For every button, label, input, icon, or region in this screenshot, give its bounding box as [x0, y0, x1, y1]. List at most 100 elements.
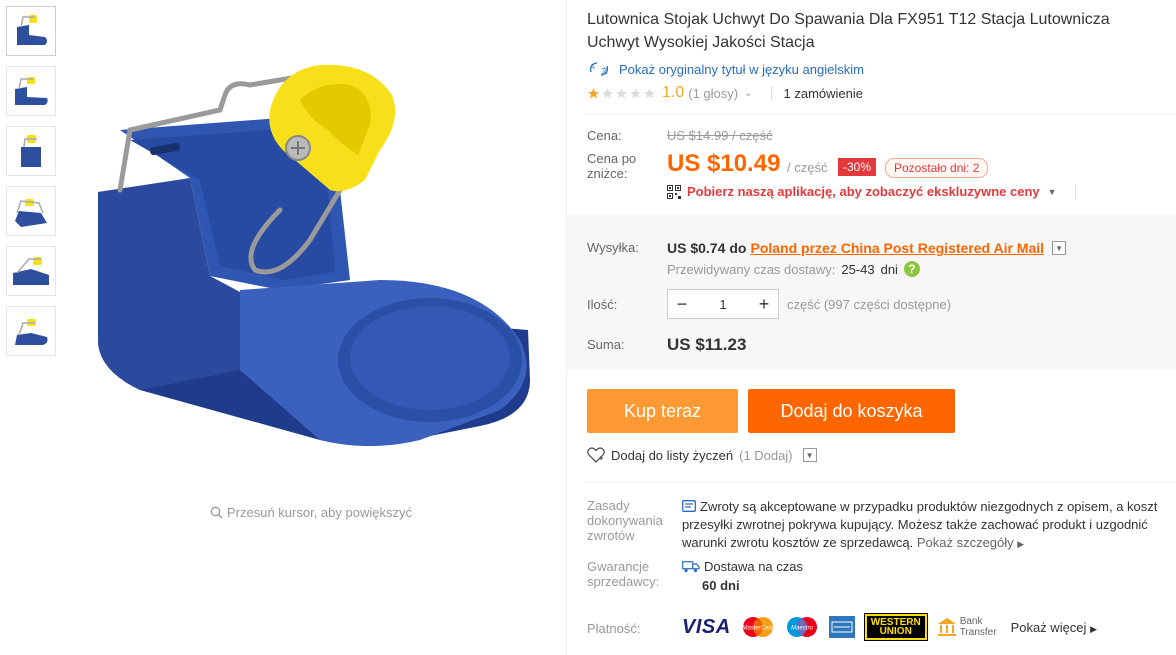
add-to-wishlist-link[interactable]: Dodaj do listy życzeń (1 Dodaj) ▼ [587, 447, 817, 463]
zoom-hint: Przesuń kursor, aby powiększyć [210, 505, 412, 520]
discounted-price-label: Cena po zniżce: [587, 151, 637, 181]
rating-row: 1.0 (1 głosy) ⌄ 1 zamówienie [587, 84, 863, 102]
orders-count: 1 zamówienie [783, 85, 864, 101]
caret-right-icon: ▶ [1017, 539, 1025, 549]
chevron-down-icon[interactable]: ▼ [1052, 241, 1067, 255]
star-icon [588, 87, 599, 98]
buy-now-button[interactable]: Kup teraz [587, 389, 738, 433]
eta-unit: dni [880, 261, 898, 277]
thumbnail-image [21, 135, 41, 167]
thumbnail[interactable] [6, 306, 56, 356]
quantity-input[interactable]: 1 [696, 297, 750, 312]
returns-policy: Zwroty są akceptowane w przypadku produk… [682, 498, 1172, 553]
bank-transfer-bottom: Transfer [959, 627, 997, 638]
original-price: US $14.99 / część [667, 128, 773, 143]
thumbnail-image [15, 77, 48, 105]
shipping-cost: US $0.74 [667, 240, 726, 256]
app-promo-text: Pobierz naszą aplikację, aby zobaczyć ek… [687, 184, 1040, 199]
returns-policy-label: Zasady dokonywania zwrotów [587, 498, 663, 543]
thumbnail[interactable] [6, 6, 56, 56]
price-label: Cena: [587, 128, 622, 143]
total-label: Suma: [587, 337, 625, 352]
svg-text:Maestro: Maestro [791, 626, 813, 632]
main-product-image[interactable] [80, 40, 560, 480]
show-details-link[interactable]: Pokaż szczegóły ▶ [917, 535, 1024, 550]
divider [770, 86, 772, 100]
thumbnail[interactable] [6, 186, 56, 236]
chevron-down-icon[interactable]: ⌄ [744, 88, 752, 99]
eta-value: 25-43 [841, 261, 875, 277]
rating-stars [587, 87, 656, 100]
translate-icon: A文 [589, 62, 609, 76]
qr-code-icon [667, 184, 681, 199]
western-union-bottom: UNION [879, 626, 912, 637]
divider [1074, 184, 1076, 199]
thumbnail-image [13, 257, 49, 285]
available-quantity: część (997 części dostępne) [787, 297, 952, 312]
product-title: Lutownica Stojak Uchwyt Do Spawania Dla … [587, 11, 1110, 51]
star-icon [616, 87, 627, 98]
zoom-hint-text: Przesuń kursor, aby powiększyć [227, 505, 412, 520]
app-promo-link[interactable]: Pobierz naszą aplikację, aby zobaczyć ek… [667, 184, 1076, 199]
thumbnail[interactable] [6, 126, 56, 176]
thumbnail[interactable] [6, 66, 56, 116]
thumbnail-image [17, 15, 47, 45]
add-to-cart-button[interactable]: Dodaj do koszyka [748, 389, 955, 433]
show-more-text: Pokaż więcej [1010, 619, 1087, 635]
svg-text:MasterCard: MasterCard [742, 626, 774, 632]
guarantee-on-time: Dostawa na czas [682, 559, 803, 574]
rating-value: 1.0 [662, 84, 685, 101]
thumbnail[interactable] [6, 246, 56, 296]
magnifier-icon [210, 506, 223, 519]
thumbnail-image [15, 319, 48, 345]
svg-text:A: A [590, 64, 595, 71]
star-icon [644, 87, 655, 98]
guarantee-text: Dostawa na czas [704, 559, 803, 574]
quantity-label: Ilość: [587, 297, 618, 312]
star-icon [630, 87, 641, 98]
votes-count[interactable]: (1 głosy) [688, 86, 738, 101]
shipping-line: US $0.74 do Poland przez China Post Regi… [667, 240, 1067, 256]
soldering-stand-image [98, 64, 530, 446]
thumbnail-list [6, 6, 56, 366]
quantity-stepper: − 1 + [667, 289, 779, 319]
bank-transfer-top: Bank [959, 616, 983, 627]
wishlist-count: (1 Dodaj) [739, 447, 793, 463]
price-unit: / część [787, 160, 828, 175]
divider [587, 482, 1176, 483]
eta-label: Przewidywany czas dostawy: [667, 261, 836, 277]
shipping-label: Wysyłka: [587, 240, 639, 255]
seller-guarantee-label: Gwarancje sprzedawcy: [587, 559, 660, 589]
discount-badge: -30% [838, 158, 877, 176]
maestro-logo: Maestro [786, 617, 817, 637]
payment-methods: VISA MasterCard Maestro WESTERN UNION Ban… [682, 613, 1097, 641]
shipping-to: do [729, 240, 747, 256]
return-box-icon [682, 500, 696, 512]
help-icon[interactable]: ? [903, 261, 920, 277]
show-original-title-link[interactable]: A文 Pokaż oryginalny tytuł w języku angie… [587, 60, 864, 78]
american-express-logo [828, 616, 855, 638]
star-icon [602, 87, 613, 98]
delivery-truck-icon [682, 561, 700, 573]
bank-transfer-logo: Bank Transfer [937, 616, 997, 638]
thumbnail-image [15, 199, 47, 227]
caret-down-icon: ▼ [1047, 186, 1057, 197]
shipping-section [567, 215, 1176, 370]
svg-text:文: 文 [601, 66, 608, 75]
increase-quantity-button[interactable]: + [750, 290, 778, 318]
show-more-payments-link[interactable]: Pokaż więcej ▶ [1011, 620, 1097, 635]
caret-right-icon: ▶ [1090, 623, 1097, 634]
chevron-down-icon[interactable]: ▼ [802, 448, 817, 462]
visa-logo: VISA [682, 615, 731, 638]
mastercard-logo: MasterCard [742, 617, 774, 637]
current-price: US $10.49 [667, 150, 781, 177]
product-info-panel: Lutownica Stojak Uchwyt Do Spawania Dla … [566, 0, 1176, 655]
western-union-logo: WESTERN UNION [863, 613, 928, 641]
decrease-quantity-button[interactable]: − [668, 290, 696, 318]
days-remaining-badge: Pozostało dni: 2 [885, 158, 989, 178]
payment-label: Płatność: [587, 621, 641, 636]
guarantee-days: 60 dni [702, 578, 740, 593]
shipping-method-link[interactable]: Poland przez China Post Registered Air M… [750, 240, 1044, 256]
show-details-text: Pokaż szczegóły [916, 535, 1014, 550]
total-price: US $11.23 [667, 335, 747, 354]
